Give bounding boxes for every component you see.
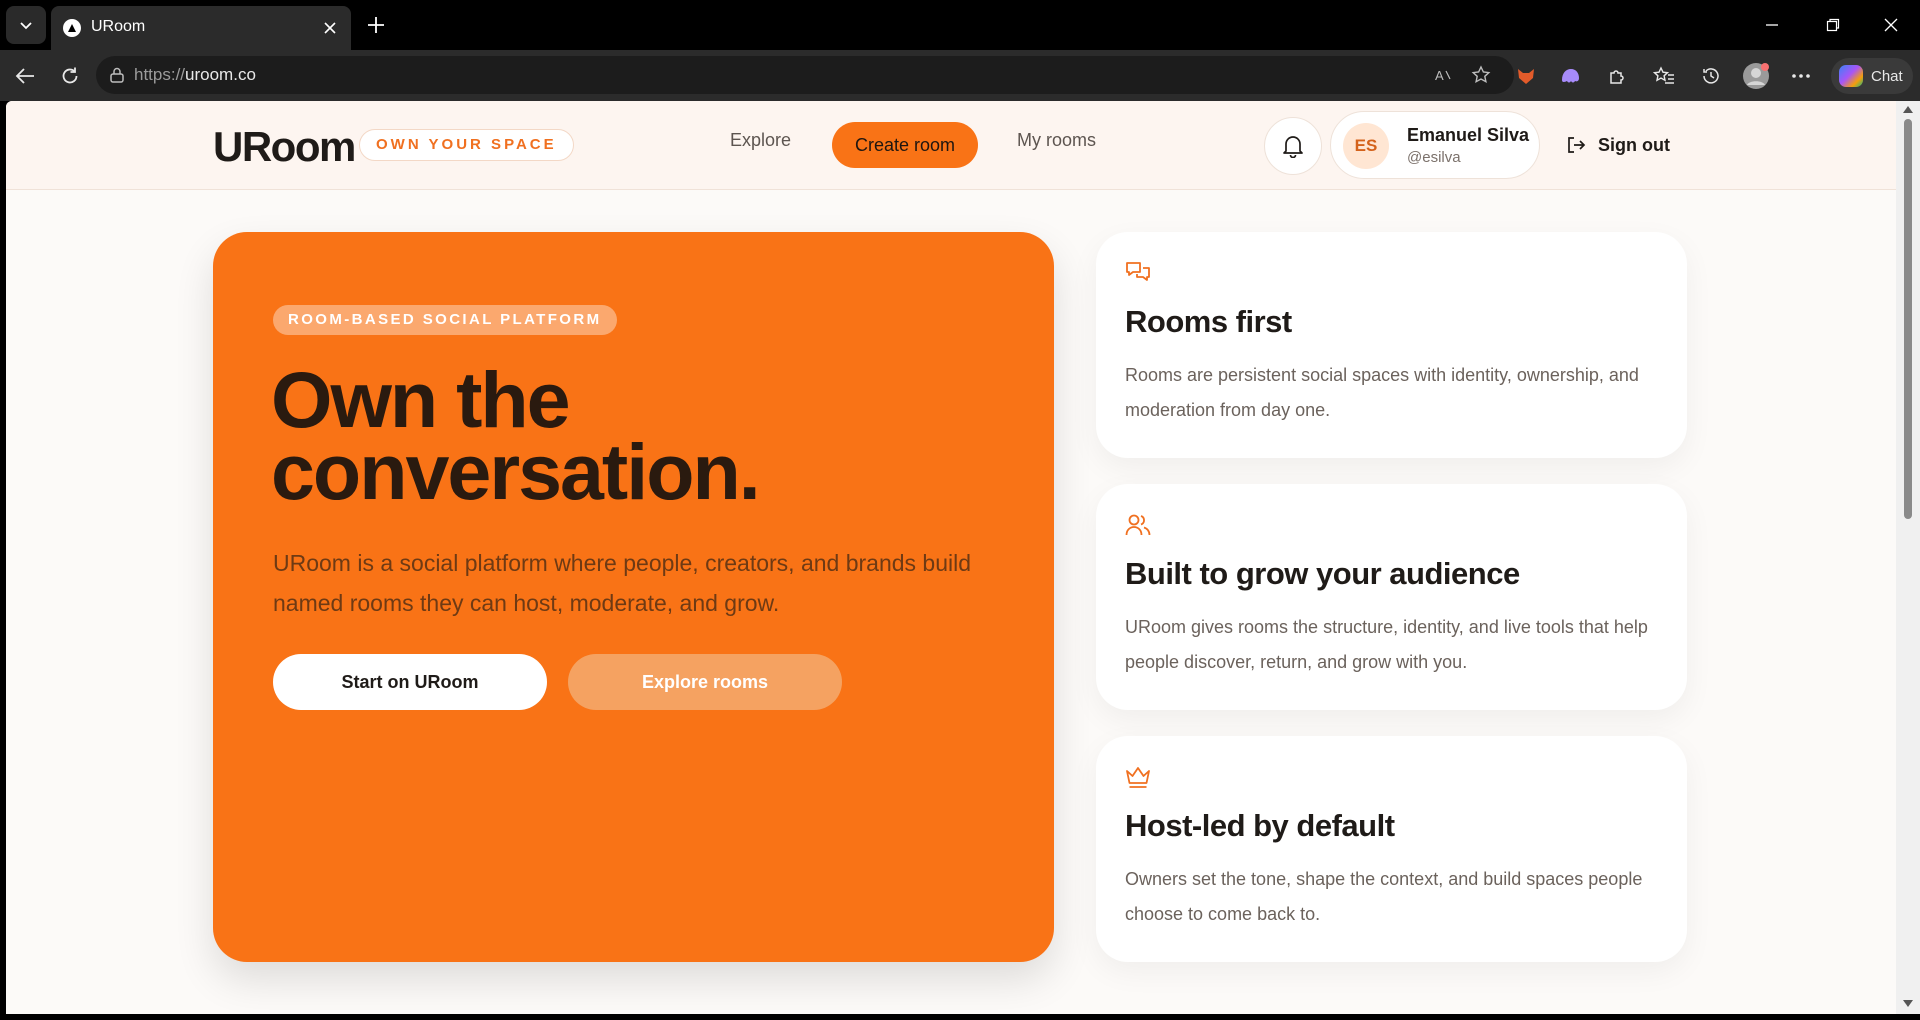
feature-description: Owners set the tone, shape the context, … xyxy=(1125,869,1643,924)
page-viewport: URoom OWN YOUR SPACE Explore Create room… xyxy=(6,101,1896,1014)
hero-card: ROOM-BASED SOCIAL PLATFORM Own the conve… xyxy=(213,232,1054,962)
create-room-button[interactable]: Create room xyxy=(832,122,978,168)
site-logo[interactable]: URoom xyxy=(213,123,356,171)
users-icon xyxy=(1125,514,1151,536)
svg-text:A: A xyxy=(1435,68,1444,83)
hero-title: Own the conversation. xyxy=(271,355,761,516)
extension-fox-icon[interactable] xyxy=(1512,62,1540,90)
tagline-badge: OWN YOUR SPACE xyxy=(359,129,574,161)
hero-badge: ROOM-BASED SOCIAL PLATFORM xyxy=(273,305,617,335)
chevron-down-icon xyxy=(20,22,32,30)
arrow-left-icon xyxy=(15,68,34,84)
browser-tab[interactable]: URoom xyxy=(51,6,351,50)
site-info-icon[interactable] xyxy=(108,66,126,84)
sign-out-button[interactable]: Sign out xyxy=(1566,125,1670,165)
feature-title: Built to grow your audience xyxy=(1125,556,1520,591)
url-text: https://uroom.co xyxy=(134,65,256,84)
plus-icon xyxy=(368,17,384,33)
extension-ghost-icon[interactable] xyxy=(1556,62,1584,90)
browser-tab-strip: URoom xyxy=(0,0,1920,50)
minimize-icon xyxy=(1766,24,1778,26)
user-name: Emanuel Silva xyxy=(1407,125,1530,145)
notifications-button[interactable] xyxy=(1264,117,1322,175)
feature-card-rooms-first: Rooms first Rooms are persistent social … xyxy=(1096,232,1687,458)
address-bar[interactable]: https://uroom.co A xyxy=(96,56,1514,94)
tab-title: URoom xyxy=(91,18,146,35)
restore-icon xyxy=(1826,18,1840,32)
user-profile-chip[interactable]: ES Emanuel Silva @esilva xyxy=(1330,111,1540,179)
nav-my-rooms[interactable]: My rooms xyxy=(1017,130,1096,151)
scroll-down-arrow-icon[interactable] xyxy=(1903,1000,1913,1007)
bell-icon xyxy=(1283,136,1303,158)
feature-title: Rooms first xyxy=(1125,304,1292,339)
scroll-thumb[interactable] xyxy=(1904,119,1912,519)
copilot-icon xyxy=(1839,65,1863,87)
tab-list-button[interactable] xyxy=(6,6,46,44)
favorites-icon[interactable] xyxy=(1650,62,1678,90)
read-aloud-icon[interactable]: A xyxy=(1434,65,1454,85)
reload-icon xyxy=(62,67,78,84)
restore-button[interactable] xyxy=(1820,12,1846,38)
copilot-chat-button[interactable]: Chat xyxy=(1831,58,1913,94)
explore-rooms-button[interactable]: Explore rooms xyxy=(568,654,842,710)
back-button[interactable] xyxy=(11,62,39,90)
history-icon[interactable] xyxy=(1697,62,1725,90)
user-handle: @esilva xyxy=(1407,149,1461,166)
favorite-star-icon[interactable] xyxy=(1471,65,1491,85)
scroll-up-arrow-icon[interactable] xyxy=(1903,106,1913,113)
sign-out-label: Sign out xyxy=(1598,134,1670,155)
profile-avatar-icon[interactable] xyxy=(1742,62,1770,90)
start-on-uroom-button[interactable]: Start on URoom xyxy=(273,654,547,710)
feature-description: URoom gives rooms the structure, identit… xyxy=(1125,617,1648,672)
more-menu-icon[interactable] xyxy=(1787,62,1815,90)
reload-button[interactable] xyxy=(56,62,84,90)
minimize-button[interactable] xyxy=(1759,12,1785,38)
nav-explore[interactable]: Explore xyxy=(730,130,791,151)
site-header: URoom OWN YOUR SPACE Explore Create room… xyxy=(6,101,1896,190)
close-icon xyxy=(1884,18,1898,32)
page-scrollbar[interactable] xyxy=(1896,101,1920,1014)
chat-label: Chat xyxy=(1871,67,1903,85)
crown-icon xyxy=(1126,767,1150,788)
close-tab-icon[interactable] xyxy=(319,17,341,39)
sign-out-icon xyxy=(1568,137,1586,153)
favicon-icon xyxy=(63,19,81,37)
feature-card-grow-audience: Built to grow your audience URoom gives … xyxy=(1096,484,1687,710)
avatar: ES xyxy=(1343,123,1389,169)
extensions-puzzle-icon[interactable] xyxy=(1603,62,1631,90)
feature-title: Host-led by default xyxy=(1125,808,1395,843)
feature-card-host-led: Host-led by default Owners set the tone,… xyxy=(1096,736,1687,962)
close-window-button[interactable] xyxy=(1878,12,1904,38)
browser-toolbar: https://uroom.co A Chat xyxy=(0,50,1920,101)
feature-description: Rooms are persistent social spaces with … xyxy=(1125,365,1639,420)
chat-bubbles-icon xyxy=(1126,262,1150,281)
hero-subtitle: URoom is a social platform where people,… xyxy=(273,550,972,616)
new-tab-button[interactable] xyxy=(363,12,389,38)
